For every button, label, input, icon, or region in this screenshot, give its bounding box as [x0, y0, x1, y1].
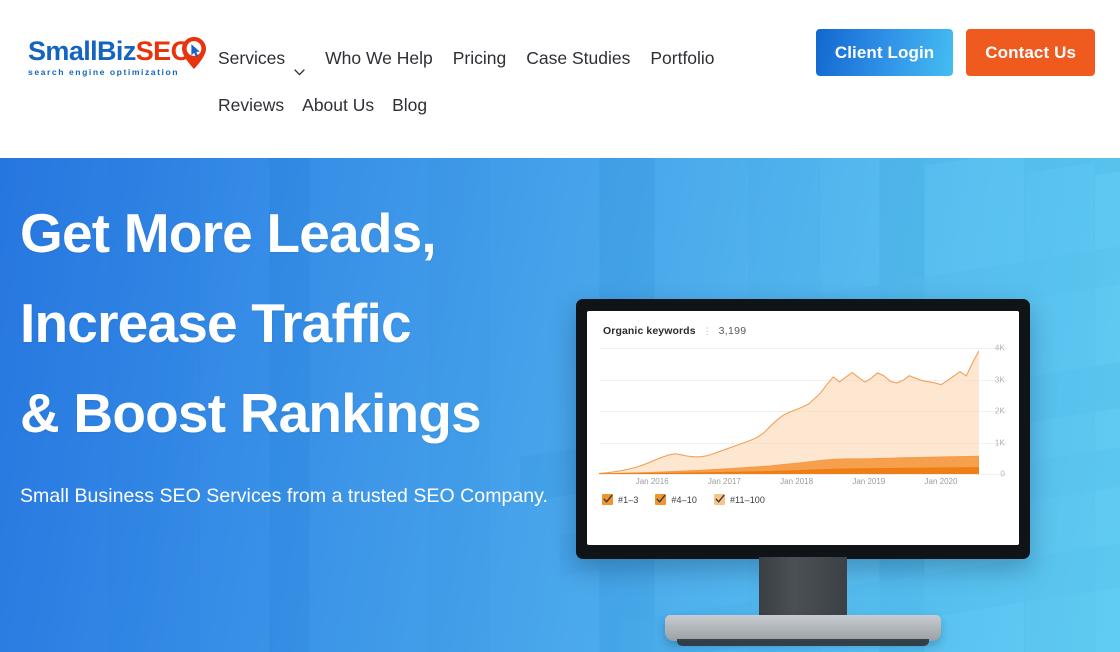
chart-title: Organic keywords — [603, 325, 696, 337]
site-header: SmallBizSEO search engine optimization S… — [0, 0, 1120, 158]
logo-tagline: search engine optimization — [28, 67, 180, 77]
hero-heading-line-3: & Boost Rankings — [20, 382, 482, 444]
legend-item-4-10[interactable]: #4–10 — [655, 494, 697, 505]
contact-us-button[interactable]: Contact Us — [966, 29, 1095, 76]
map-pin-cursor-icon — [181, 36, 207, 70]
chart-x-axis: Jan 2016 Jan 2017 Jan 2018 Jan 2019 Jan … — [599, 474, 979, 488]
chevron-down-icon — [294, 56, 305, 76]
checkbox-checked-icon[interactable] — [602, 494, 613, 505]
hero-heading: Get More Leads, Increase Traffic & Boost… — [20, 188, 600, 458]
nav-item-who-we-help[interactable]: Who We Help — [325, 44, 449, 72]
chart-header: Organic keywords ⋮ 3,199 — [603, 325, 1007, 337]
legend-label: #11–100 — [729, 494, 766, 505]
main-navigation: Services Who We Help Pricing Case Studie… — [218, 44, 828, 119]
hero-section: Get More Leads, Increase Traffic & Boost… — [0, 158, 1120, 652]
nav-item-case-studies[interactable]: Case Studies — [526, 44, 646, 72]
x-tick-0: Jan 2016 — [635, 477, 669, 486]
site-logo[interactable]: SmallBizSEO search engine optimization — [28, 36, 207, 80]
monitor-bezel: Organic keywords ⋮ 3,199 4K 3K 2K 1K 0 J… — [576, 299, 1030, 559]
header-cta-group: Client Login Contact Us — [815, 29, 1095, 76]
nav-item-about-us[interactable]: About Us — [302, 91, 392, 119]
nav-item-portfolio[interactable]: Portfolio — [650, 44, 730, 72]
y-tick-2k: 2K — [994, 406, 1005, 416]
legend-item-1-3[interactable]: #1–3 — [602, 494, 638, 505]
chart-area-paths — [599, 348, 979, 474]
hero-subheading: Small Business SEO Services from a trust… — [20, 485, 548, 507]
organic-keywords-chart: Organic keywords ⋮ 3,199 4K 3K 2K 1K 0 J… — [587, 311, 1019, 545]
nav-item-pricing[interactable]: Pricing — [453, 44, 523, 72]
x-tick-4: Jan 2020 — [924, 477, 958, 486]
client-login-button[interactable]: Client Login — [815, 29, 954, 76]
nav-item-reviews[interactable]: Reviews — [218, 91, 302, 119]
info-icon[interactable]: ⋮ — [703, 326, 712, 337]
chart-plot-area: 4K 3K 2K 1K 0 — [599, 344, 1007, 479]
y-tick-4k: 4K — [994, 343, 1005, 353]
nav-label: Services — [218, 48, 286, 68]
legend-item-11-100[interactable]: #11–100 — [713, 494, 766, 505]
hero-content: Get More Leads, Increase Traffic & Boost… — [20, 188, 600, 510]
x-tick-3: Jan 2019 — [852, 477, 886, 486]
monitor-illustration: Organic keywords ⋮ 3,199 4K 3K 2K 1K 0 J… — [576, 299, 1030, 646]
monitor-screen: Organic keywords ⋮ 3,199 4K 3K 2K 1K 0 J… — [587, 311, 1019, 545]
monitor-stand-base — [665, 615, 941, 646]
y-tick-0: 0 — [1000, 469, 1005, 479]
chart-legend: #1–3 #4–10 #11–100 — [602, 494, 1007, 505]
hero-heading-line-1: Get More Leads, — [20, 202, 437, 264]
hero-heading-line-2: Increase Traffic — [20, 292, 412, 354]
checkbox-checked-icon[interactable] — [655, 494, 667, 505]
legend-label: #1–3 — [618, 494, 639, 505]
logo-wordmark: SmallBizSEO — [28, 36, 204, 66]
y-tick-1k: 1K — [994, 438, 1005, 447]
nav-item-blog[interactable]: Blog — [392, 91, 445, 119]
nav-item-services[interactable]: Services — [218, 44, 321, 76]
x-tick-2: Jan 2018 — [780, 477, 814, 486]
legend-label: #4–10 — [671, 494, 697, 505]
x-tick-1: Jan 2017 — [707, 477, 741, 486]
monitor-stand-neck — [759, 557, 847, 619]
y-tick-3k: 3K — [994, 375, 1005, 384]
checkbox-checked-icon[interactable] — [713, 494, 725, 505]
logo-text-primary: SmallBiz — [28, 36, 136, 66]
chart-total-value: 3,199 — [718, 325, 747, 337]
